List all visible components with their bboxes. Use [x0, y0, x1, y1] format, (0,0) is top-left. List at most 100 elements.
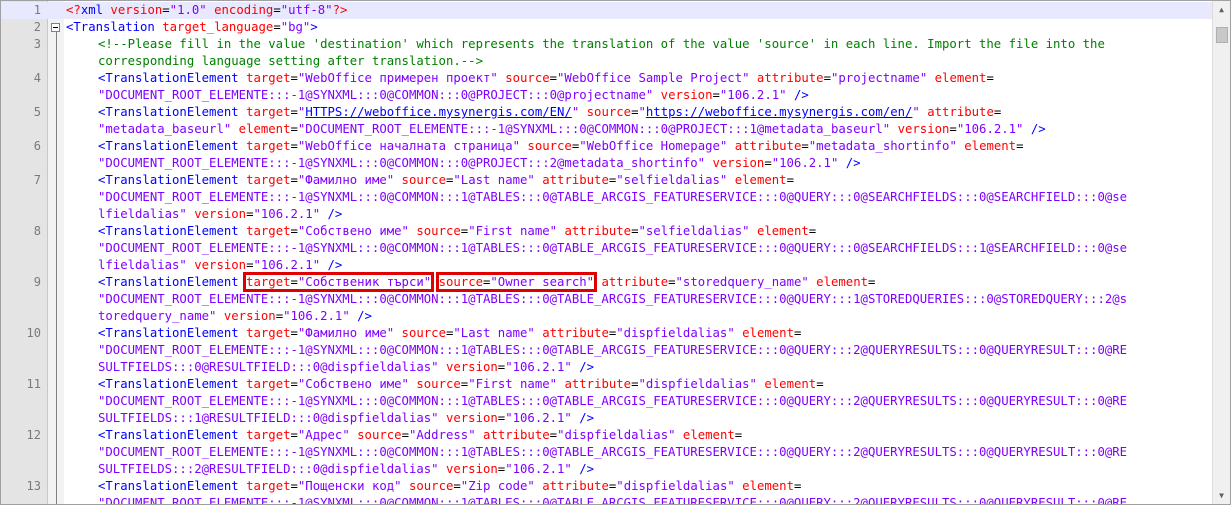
code-line[interactable]: SULTFIELDS:::1@RESULTFIELD:::0@dispfield…: [1, 410, 1213, 427]
code-line[interactable]: SULTFIELDS:::2@RESULTFIELD:::0@dispfield…: [1, 461, 1213, 478]
code-line[interactable]: 5 <TranslationElement target="HTTPS://web…: [1, 104, 1213, 121]
token-op: =: [290, 275, 298, 289]
token-val: "First name": [468, 224, 558, 238]
token-att: element: [727, 173, 787, 187]
code-line[interactable]: 6 <TranslationElement target="WebOffice н…: [1, 138, 1213, 155]
token-op: =: [823, 71, 831, 85]
token-tag: <TranslationElement: [98, 173, 239, 187]
token-op: =: [453, 479, 461, 493]
fold-collapse-icon[interactable]: [51, 23, 60, 32]
code-text: "DOCUMENT_ROOT_ELEMENTE:::-1@SYNXML:::0@…: [66, 393, 1127, 410]
token-att: attribute: [475, 428, 550, 442]
code-text: <TranslationElement target="Фамилно име"…: [66, 172, 794, 189]
token-att: element: [749, 224, 809, 238]
code-text: SULTFIELDS:::0@RESULTFIELD:::0@dispfield…: [66, 359, 594, 376]
token-att: target: [238, 377, 291, 391]
code-line[interactable]: "DOCUMENT_ROOT_ELEMENTE:::-1@SYNXML:::0@…: [1, 189, 1213, 206]
token-pi: ?>: [332, 3, 348, 17]
token-op: =: [793, 326, 802, 340]
token-val: "DOCUMENT_ROOT_ELEMENTE:::-1@SYNXML:::0@…: [98, 394, 1128, 408]
token-val: "106.2.1": [253, 258, 321, 272]
code-line[interactable]: "DOCUMENT_ROOT_ELEMENTE:::-1@SYNXML:::0@…: [1, 495, 1213, 505]
token-op: =: [290, 479, 298, 493]
token-val: "Zip code": [460, 479, 535, 493]
token-tag: <TranslationElement: [98, 105, 239, 119]
code-line[interactable]: "metadata_baseurl" element="DOCUMENT_ROO…: [1, 121, 1213, 138]
code-line[interactable]: "DOCUMENT_ROOT_ELEMENTE:::-1@SYNXML:::0@…: [1, 291, 1213, 308]
token-op: =: [290, 326, 298, 340]
token-val: "Фамилно име": [297, 326, 395, 340]
token-tag: />: [320, 207, 343, 221]
token-tag: />: [571, 360, 595, 374]
code-text: toredquery_name" version="106.2.1" />: [66, 308, 372, 325]
token-att: attribute: [534, 173, 609, 187]
token-tag: <TranslationElement: [98, 428, 239, 442]
code-line[interactable]: lfieldalias" version="106.2.1" />: [1, 257, 1213, 274]
token-op: =: [290, 428, 298, 442]
token-tag: <TranslationElement: [98, 71, 239, 85]
token-op: =: [290, 139, 298, 153]
token-att: attribute: [919, 105, 994, 119]
token-att: source: [394, 173, 446, 187]
token-val: SULTFIELDS:::2@RESULTFIELD:::0@dispfield…: [98, 462, 439, 476]
token-op: =: [868, 275, 876, 289]
code-line[interactable]: 12 <TranslationElement target="Адрес" sou…: [1, 427, 1213, 444]
token-val: "Адрес": [297, 428, 350, 442]
code-line[interactable]: "DOCUMENT_ROOT_ELEMENTE:::-1@SYNXML:::0@…: [1, 393, 1213, 410]
code-line[interactable]: 9 <TranslationElement target="Собственик …: [1, 272, 1213, 292]
code-line[interactable]: 4 <TranslationElement target="WebOffice п…: [1, 70, 1213, 87]
token-att: source: [579, 105, 632, 119]
token-val: "selfieldalias": [616, 173, 728, 187]
code-line[interactable]: lfieldalias" version="106.2.1" />: [1, 206, 1213, 223]
code-line[interactable]: SULTFIELDS:::0@RESULTFIELD:::0@dispfield…: [1, 359, 1213, 376]
line-number: 11: [26, 377, 41, 391]
code-line[interactable]: toredquery_name" version="106.2.1" />: [1, 308, 1213, 325]
code-line[interactable]: "DOCUMENT_ROOT_ELEMENTE:::-1@SYNXML:::0@…: [1, 342, 1213, 359]
token-op: =: [801, 139, 809, 153]
token-tag: />: [786, 88, 809, 102]
url-link[interactable]: https://weboffice.mysynergis.com/en/: [646, 105, 913, 119]
code-text: <TranslationElement target="Адрес" sourc…: [66, 427, 742, 444]
token-att: target: [238, 173, 291, 187]
token-val: SULTFIELDS:::1@RESULTFIELD:::0@dispfield…: [98, 411, 439, 425]
token-val: "storedquery_name": [675, 275, 809, 289]
token-att: element: [231, 122, 291, 136]
code-line[interactable]: "DOCUMENT_ROOT_ELEMENTE:::-1@SYNXML:::0@…: [1, 155, 1213, 172]
token-op: =: [549, 428, 558, 442]
code-line[interactable]: 2 <Translation target_language="bg">: [1, 19, 1213, 36]
scroll-down-arrow-icon[interactable]: ▼: [1213, 487, 1230, 504]
token-tag: />: [349, 309, 372, 323]
code-text: <?xml version="1.0" encoding="utf-8"?>: [66, 2, 347, 19]
token-val: "106.2.1": [505, 462, 572, 476]
code-text: lfieldalias" version="106.2.1" />: [66, 257, 342, 274]
code-line[interactable]: 7 <TranslationElement target="Фамилно име…: [1, 172, 1213, 189]
token-tag: xml: [80, 3, 104, 17]
vertical-scrollbar[interactable]: ▲ ▼: [1212, 1, 1230, 504]
token-val: "DOCUMENT_ROOT_ELEMENTE:::-1@SYNXML:::0@…: [98, 156, 706, 170]
token-att: attribute: [534, 326, 609, 340]
highlight-box-target: target="Собственик търси": [243, 272, 435, 292]
code-line[interactable]: "DOCUMENT_ROOT_ELEMENTE:::-1@SYNXML:::0@…: [1, 444, 1213, 461]
code-line[interactable]: 13 <TranslationElement target="Пощенски к…: [1, 478, 1213, 495]
xml-editor[interactable]: 1 <?xml version="1.0" encoding="utf-8"?> 2…: [0, 0, 1231, 505]
token-val: "DOCUMENT_ROOT_ELEMENTE:::-1@SYNXML:::0@…: [98, 496, 1128, 505]
code-line[interactable]: 11 <TranslationElement target="Собствено …: [1, 376, 1213, 393]
token-att: version: [216, 309, 276, 323]
token-att: element: [808, 275, 869, 289]
code-line[interactable]: 1 <?xml version="1.0" encoding="utf-8"?>: [1, 2, 1213, 19]
token-val: SULTFIELDS:::0@RESULTFIELD:::0@dispfield…: [98, 360, 439, 374]
token-op: =: [162, 3, 170, 17]
token-op: =: [764, 156, 772, 170]
code-line[interactable]: "DOCUMENT_ROOT_ELEMENTE:::-1@SYNXML:::0@…: [1, 240, 1213, 257]
scroll-thumb[interactable]: [1216, 27, 1228, 44]
code-line[interactable]: "DOCUMENT_ROOT_ELEMENTE:::-1@SYNXML:::0@…: [1, 87, 1213, 104]
scroll-up-arrow-icon[interactable]: ▲: [1213, 1, 1230, 18]
url-link[interactable]: HTTPS://weboffice.mysynergis.com/EN/: [305, 105, 572, 119]
token-op: =: [401, 428, 409, 442]
token-val: "DOCUMENT_ROOT_ELEMENTE:::-1@SYNXML:::0@…: [98, 445, 1128, 459]
code-line[interactable]: 3 <!--Please fill in the value 'destinati…: [1, 36, 1213, 53]
code-line[interactable]: 10 <TranslationElement target="Фамилно им…: [1, 325, 1213, 342]
token-cmt: corresponding language setting after tra…: [98, 54, 483, 68]
code-line[interactable]: 8 <TranslationElement target="Собствено и…: [1, 223, 1213, 240]
code-line[interactable]: corresponding language setting after tra…: [1, 53, 1213, 70]
